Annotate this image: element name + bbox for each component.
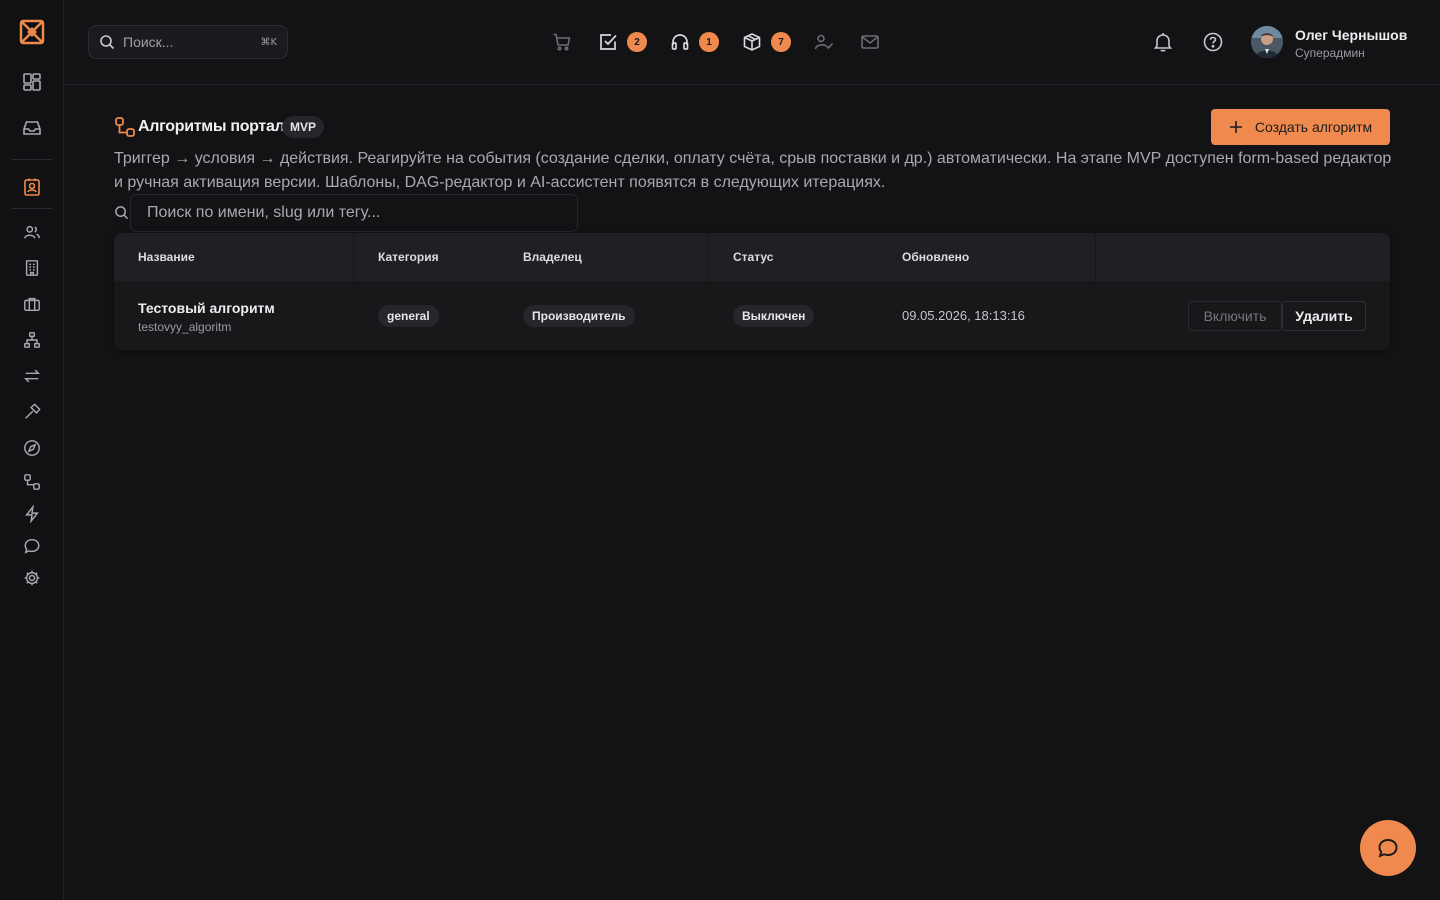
help-icon[interactable] — [1199, 28, 1227, 56]
mvp-badge: MVP — [282, 116, 325, 138]
column-header-updated[interactable]: Обновлено — [902, 233, 969, 281]
exchange-icon[interactable] — [18, 362, 46, 390]
notifications-bell-icon[interactable] — [1149, 28, 1177, 56]
chat-icon[interactable] — [18, 532, 46, 560]
cart-icon[interactable] — [548, 28, 576, 56]
algorithms-table: Название Категория Владелец Статус Обнов… — [114, 233, 1390, 350]
column-header-owner[interactable]: Владелец — [523, 233, 582, 281]
dashboard-icon[interactable] — [18, 68, 46, 96]
column-divider — [353, 233, 354, 281]
inbox-icon[interactable] — [18, 114, 46, 142]
status-badge: Выключен — [733, 304, 815, 327]
algorithm-name[interactable]: Тестовый алгоритм — [138, 300, 275, 316]
user-check-icon[interactable] — [810, 28, 838, 56]
lightning-icon[interactable] — [18, 500, 46, 528]
algorithms-title-icon — [114, 116, 136, 138]
delete-button[interactable]: Удалить — [1282, 301, 1366, 331]
column-header-status[interactable]: Статус — [733, 233, 773, 281]
briefcase-icon[interactable] — [18, 290, 46, 318]
column-header-category[interactable]: Категория — [378, 233, 439, 281]
user-avatar[interactable] — [1251, 26, 1283, 58]
mail-icon[interactable] — [856, 28, 884, 56]
plus-icon — [1229, 120, 1243, 134]
user-name[interactable]: Олег Чернышов — [1295, 27, 1407, 43]
compass-icon[interactable] — [18, 434, 46, 462]
table-header: Название Категория Владелец Статус Обнов… — [114, 233, 1390, 281]
column-divider — [708, 233, 709, 281]
tasks-badge: 2 — [627, 32, 647, 52]
page-title: Алгоритмы портала — [138, 118, 294, 135]
chat-fab-button[interactable] — [1360, 820, 1416, 876]
top-header: ⌘K 2 1 7 — [64, 0, 1440, 85]
algorithms-icon[interactable] — [18, 468, 46, 496]
owner-chip: Производитель — [523, 304, 635, 327]
support-badge: 1 — [699, 32, 719, 52]
buildings-icon[interactable] — [18, 254, 46, 282]
table-row[interactable]: Тестовый алгоритм testovyy_algoritm gene… — [114, 281, 1390, 350]
hammer-icon[interactable] — [18, 398, 46, 426]
page-description: Триггер → условия → действия. Реагируйте… — [114, 150, 1392, 191]
global-search-input[interactable] — [123, 34, 261, 50]
algorithm-search-input[interactable] — [130, 194, 578, 232]
search-shortcut-hint: ⌘K — [260, 36, 277, 48]
create-algorithm-button[interactable]: Создать алгоритм — [1211, 109, 1390, 145]
updated-timestamp: 09.05.2026, 18:13:16 — [902, 308, 1025, 323]
algorithm-slug: testovyy_algoritm — [138, 320, 232, 334]
category-chip: general — [378, 304, 439, 327]
column-divider — [1095, 233, 1096, 281]
global-search[interactable]: ⌘K — [88, 25, 288, 59]
sidebar — [0, 0, 64, 900]
settings-gear-icon[interactable] — [18, 564, 46, 592]
sidebar-divider — [12, 208, 52, 209]
enable-button[interactable]: Включить — [1188, 301, 1282, 331]
chat-bubble-icon — [1376, 836, 1400, 860]
support-headphones-icon[interactable] — [666, 28, 694, 56]
package-icon[interactable] — [738, 28, 766, 56]
search-icon — [99, 34, 115, 50]
packages-badge: 7 — [771, 32, 791, 52]
contacts-icon[interactable] — [18, 173, 46, 201]
column-header-name[interactable]: Название — [138, 233, 195, 281]
brand-logo-icon[interactable] — [18, 18, 46, 46]
search-icon — [114, 205, 129, 220]
users-icon[interactable] — [18, 218, 46, 246]
user-role: Суперадмин — [1295, 46, 1365, 60]
create-algorithm-label: Создать алгоритм — [1254, 119, 1373, 135]
sidebar-divider — [12, 159, 52, 160]
tasks-check-icon[interactable] — [594, 28, 622, 56]
org-structure-icon[interactable] — [18, 326, 46, 354]
